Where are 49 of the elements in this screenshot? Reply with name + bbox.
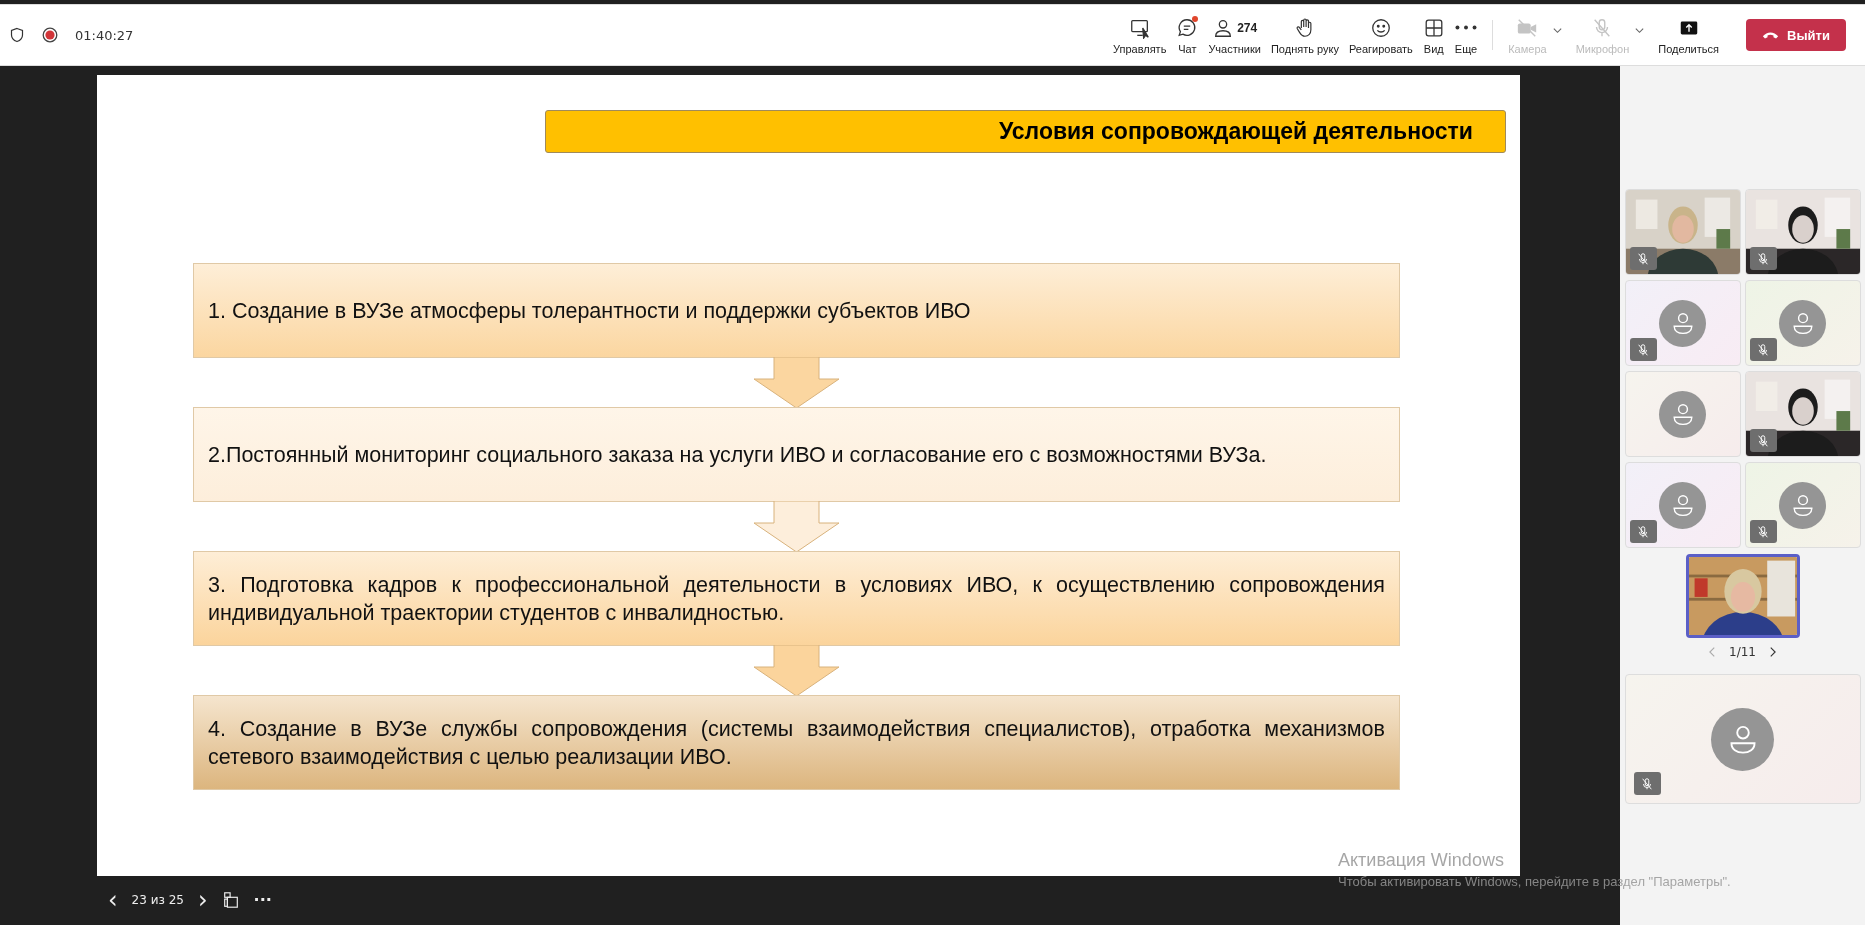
camera-off-icon: [1516, 16, 1539, 39]
muted-mic-icon: [1633, 772, 1661, 795]
avatar-icon: [1659, 481, 1706, 529]
step-box: 1. Создание в ВУЗе атмосферы толерантности и поддержки субъектов ИВО: [193, 263, 1400, 358]
toolbar-button[interactable]: Управлять: [1107, 15, 1172, 55]
muted-mic-icon: [1629, 247, 1657, 270]
step-box: 2.Постоянный мониторинг социального заказа на услуги ИВО и согласование его с возможностями ВУЗа.: [193, 407, 1400, 502]
avatar-icon: [1779, 481, 1826, 529]
down-arrow-icon: [754, 501, 839, 552]
down-arrow-icon: [754, 645, 839, 696]
phone-icon: [1762, 30, 1780, 40]
participant-tile[interactable]: [1744, 462, 1861, 548]
smiley-icon: [1369, 16, 1392, 39]
muted-mic-icon: [1629, 338, 1657, 361]
shield-icon: [9, 27, 25, 43]
toolbar-button[interactable]: Еще: [1449, 15, 1483, 55]
down-arrow-icon: [754, 357, 839, 408]
participant-tile[interactable]: [1624, 674, 1861, 804]
previous-slide-button[interactable]: ‹: [108, 890, 118, 910]
slides-icon[interactable]: [221, 891, 240, 909]
next-slide-button[interactable]: ›: [197, 890, 208, 910]
slide-counter: 23 из 25: [131, 893, 184, 907]
avatar-icon: [1659, 390, 1706, 438]
participant-tile[interactable]: [1744, 280, 1861, 366]
muted-mic-icon: [1749, 247, 1777, 270]
toolbar-button[interactable]: Поделиться: [1653, 15, 1724, 55]
toolbar-button[interactable]: Реагировать: [1343, 15, 1418, 55]
muted-mic-icon: [1749, 520, 1777, 543]
toolbar-button[interactable]: Вид: [1417, 15, 1450, 55]
participant-tile[interactable]: [1624, 462, 1741, 548]
participant-tile[interactable]: [1624, 280, 1741, 366]
muted-mic-icon: [1749, 429, 1777, 452]
more-button[interactable]: ···: [253, 890, 272, 910]
participant-tile[interactable]: [1624, 371, 1741, 457]
muted-mic-icon: [1749, 338, 1777, 361]
avatar-icon: [1659, 299, 1706, 347]
step-box: 4. Создание в ВУЗе службы сопровождения (системы взаимодействия специалистов), отработка механизмов сетевого взаимодействия с целью реализации ИВО.: [193, 695, 1400, 790]
page-counter: 1/11: [1729, 645, 1756, 659]
activation-title: Активация Windows: [1338, 850, 1505, 871]
meeting-timer: 01:40:27: [75, 27, 134, 43]
more-icon: [1455, 25, 1477, 30]
avatar-icon: [1779, 299, 1826, 347]
step-box: 3. Подготовка кадров к профессиональной деятельности в условиях ИВО, к осуществлению сопровождения индивидуальной траектории студентов с инвалидностью.: [193, 551, 1400, 646]
slide-title: Условия сопровождающей деятельности: [545, 110, 1506, 153]
toolbar-button[interactable]: 274 Участники: [1203, 15, 1266, 55]
toolbar-button[interactable]: Поднять руку: [1265, 15, 1344, 55]
leave-button[interactable]: Выйти: [1746, 19, 1846, 51]
muted-mic-icon: [1629, 520, 1657, 543]
toolbar-button[interactable]: Чат: [1171, 15, 1204, 55]
